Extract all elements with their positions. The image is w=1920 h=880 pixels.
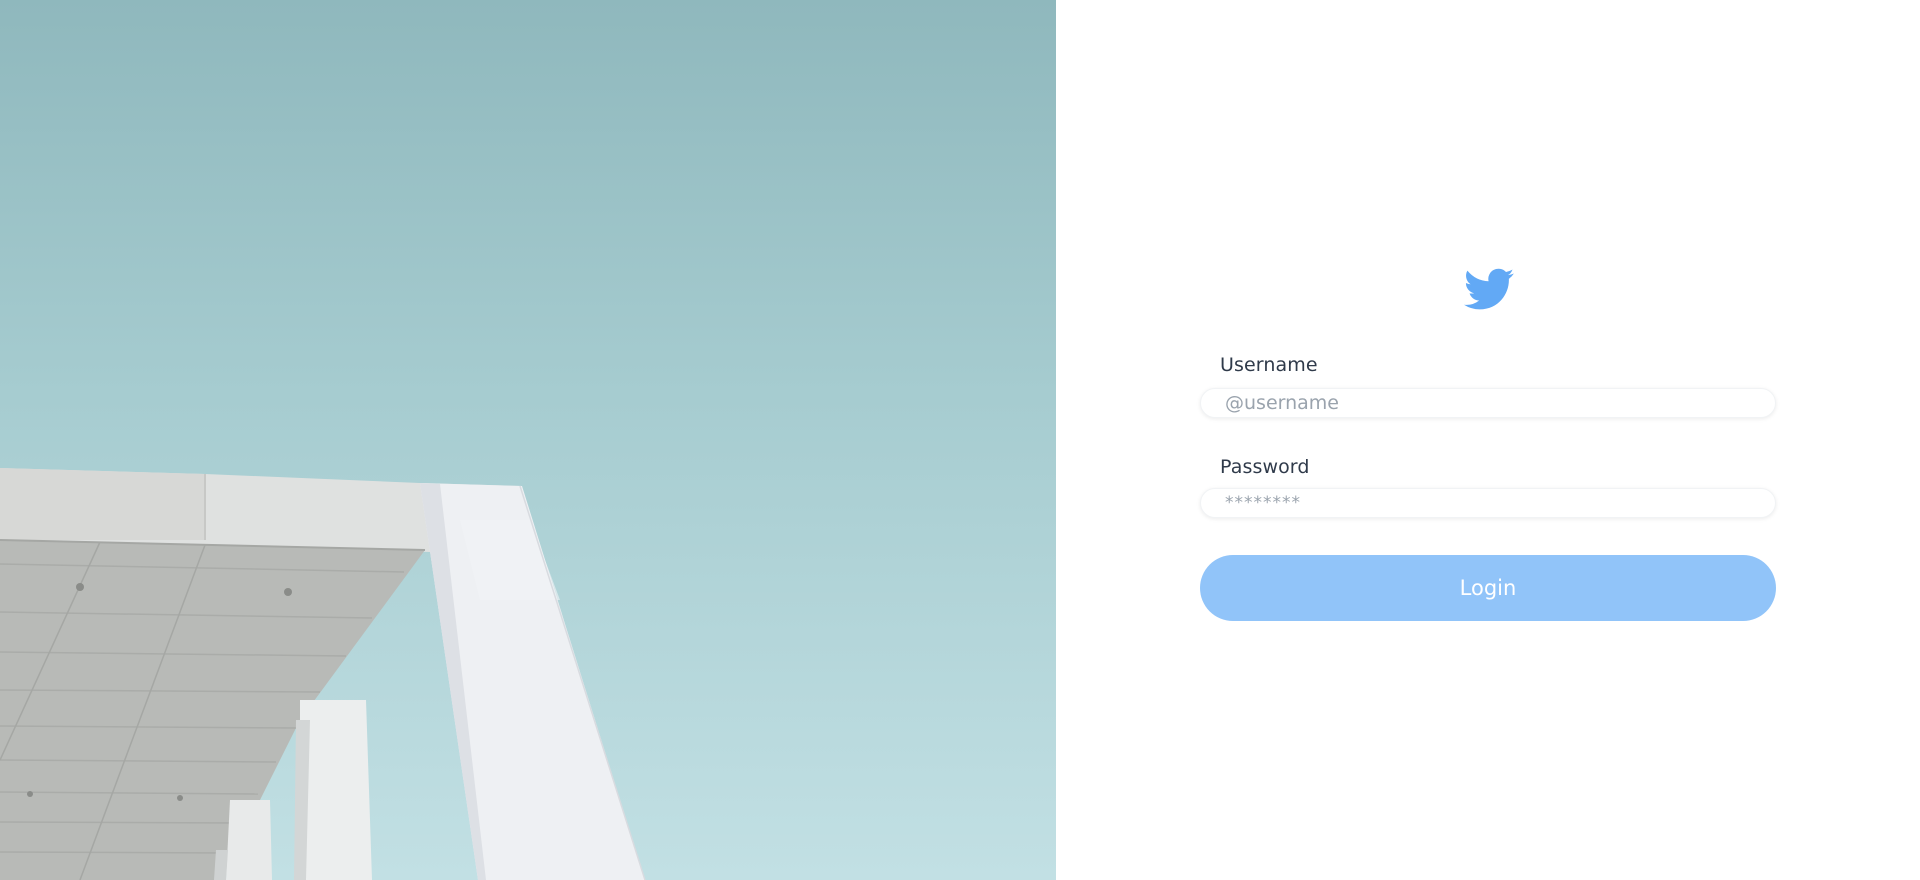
login-panel: Username @username Password ******** Log… — [1056, 0, 1920, 880]
hero-image — [0, 0, 1056, 880]
login-button[interactable]: Login — [1200, 555, 1776, 621]
password-input[interactable]: ******** — [1200, 488, 1776, 518]
password-placeholder: ******** — [1225, 493, 1301, 513]
username-input[interactable]: @username — [1200, 388, 1776, 418]
username-placeholder: @username — [1225, 392, 1339, 414]
building-illustration — [0, 468, 646, 880]
twitter-bird-icon — [1464, 268, 1514, 310]
login-page: Username @username Password ******** Log… — [0, 0, 1920, 880]
username-label: Username — [1220, 354, 1318, 376]
password-label: Password — [1220, 456, 1310, 478]
